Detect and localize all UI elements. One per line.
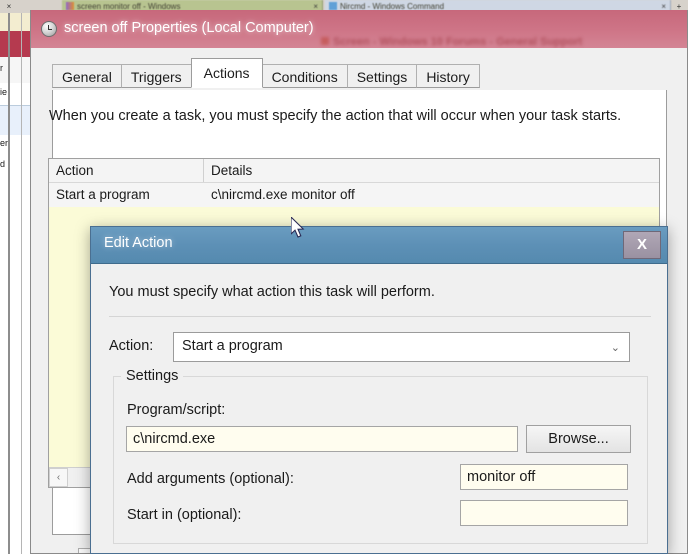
add-arguments-input[interactable]: monitor off xyxy=(460,464,628,490)
table-row[interactable]: Start a program c\nircmd.exe monitor off xyxy=(49,183,659,207)
bleed-icon xyxy=(321,37,329,45)
properties-tabstrip: General Triggers Actions Conditions Sett… xyxy=(52,58,480,88)
background-window-sliver: r ie er d xyxy=(0,13,31,554)
glass-background-bleed: Screen - Windows 10 Forums - General Sup… xyxy=(321,36,681,48)
column-header-action[interactable]: Action xyxy=(49,159,204,182)
tab-triggers[interactable]: Triggers xyxy=(120,64,192,88)
action-label: Action: xyxy=(109,338,154,354)
cell-action: Start a program xyxy=(56,187,150,202)
favicon-icon xyxy=(329,2,337,10)
background-sliver-divider xyxy=(21,13,22,554)
dialog-intro-text: You must specify what action this task w… xyxy=(109,284,435,300)
background-sliver-text: d xyxy=(0,157,30,179)
cell-details: c\nircmd.exe monitor off xyxy=(211,187,355,202)
tab-conditions[interactable]: Conditions xyxy=(261,64,348,88)
action-dropdown-value: Start a program xyxy=(182,338,283,354)
properties-window-title: screen off Properties (Local Computer) xyxy=(64,20,314,36)
tab-settings[interactable]: Settings xyxy=(346,64,418,88)
background-sliver-segment xyxy=(0,13,30,31)
background-tab-close-leading-icon[interactable]: × xyxy=(2,0,16,13)
edit-action-dialog: Edit Action X You must specify what acti… xyxy=(90,226,668,554)
program-script-input[interactable]: c\nircmd.exe xyxy=(126,426,518,452)
glass-bleed-text: Screen - Windows 10 Forums - General Sup… xyxy=(333,36,583,48)
dialog-titlebar[interactable]: Edit Action X xyxy=(91,227,667,264)
column-header-details[interactable]: Details xyxy=(204,159,659,182)
dialog-body: You must specify what action this task w… xyxy=(91,264,667,553)
dialog-separator xyxy=(109,316,651,317)
background-sliver-segment xyxy=(0,177,30,554)
chevron-down-icon[interactable]: ⌄ xyxy=(611,341,620,354)
tab-actions[interactable]: Actions xyxy=(190,58,263,88)
listview-header: Action Details xyxy=(49,159,659,183)
clock-task-icon xyxy=(41,21,57,37)
actions-description: When you create a task, you must specify… xyxy=(49,108,622,124)
browse-button[interactable]: Browse... xyxy=(526,425,631,453)
tab-history[interactable]: History xyxy=(416,64,480,88)
tab-general[interactable]: General xyxy=(52,64,122,88)
add-arguments-label: Add arguments (optional): xyxy=(127,471,294,487)
start-in-input[interactable] xyxy=(460,500,628,526)
close-icon[interactable]: X xyxy=(623,231,661,259)
scroll-left-icon[interactable]: ‹ xyxy=(49,468,68,487)
favicon-icon xyxy=(66,2,74,10)
dialog-title: Edit Action xyxy=(104,235,173,251)
background-sliver-segment xyxy=(0,31,30,57)
settings-groupbox-title: Settings xyxy=(121,368,184,384)
background-sliver-divider xyxy=(8,13,10,554)
background-sliver-segment xyxy=(0,105,30,136)
program-script-label: Program/script: xyxy=(127,402,226,418)
screen-root: × screen monitor off - Windows × Nircmd … xyxy=(0,0,688,554)
properties-titlebar[interactable]: Screen - Windows 10 Forums - General Sup… xyxy=(31,10,687,48)
start-in-label: Start in (optional): xyxy=(127,507,242,523)
action-dropdown[interactable]: Start a program ⌄ xyxy=(173,332,630,362)
